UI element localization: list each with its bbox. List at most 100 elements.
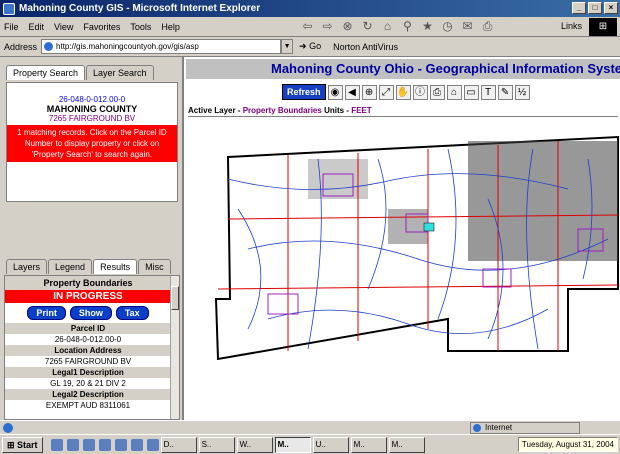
refresh-icon[interactable]: ↻ (360, 19, 375, 34)
history-icon[interactable]: ◷ (440, 19, 455, 34)
ie-icon (3, 2, 15, 15)
stop-icon[interactable]: ⊗ (340, 19, 355, 34)
go-label: Go (309, 41, 322, 51)
taskbar-button[interactable]: M.. (350, 436, 387, 453)
building-icon[interactable]: ⌂ (446, 84, 462, 100)
results-title: Property Boundaries (5, 276, 171, 290)
taskbar-clock: Tuesday, August 31, 2004 (517, 437, 618, 452)
select-icon[interactable]: ▭ (463, 84, 479, 100)
quick-launch-icon[interactable] (82, 438, 95, 451)
menu-favorites[interactable]: Favorites (83, 22, 120, 32)
quick-launch-icon[interactable] (114, 438, 127, 451)
taskbar-button[interactable]: U.. (312, 436, 349, 453)
close-button[interactable]: × (604, 2, 618, 14)
property-address: 7265 FAIRGROUND BV (48, 114, 136, 123)
units-label: Units - (324, 106, 349, 115)
address-url: http://gis.mahoningcountyoh.gov/gis/asp (56, 42, 199, 51)
print-icon[interactable]: ⎙ (480, 19, 495, 34)
active-layer-label: Active Layer - (188, 106, 241, 115)
menu-file[interactable]: File (4, 22, 19, 32)
quick-launch-icon[interactable] (146, 438, 159, 451)
taskbar-button[interactable]: M.. (388, 436, 425, 453)
address-field[interactable]: http://gis.mahoningcountyoh.gov/gis/asp (41, 39, 282, 54)
start-label: Start (17, 439, 38, 450)
active-layer-line: Active Layer - Property Boundaries Units… (188, 106, 618, 117)
field-label: Legal2 Description (5, 389, 171, 400)
address-bar: Address http://gis.mahoningcountyoh.gov/… (0, 37, 620, 57)
print-button[interactable]: Print (27, 306, 66, 320)
tab-legend[interactable]: Legend (48, 259, 93, 274)
results-scrollbar[interactable] (170, 276, 179, 419)
field-value: 7265 FAIRGROUND BV (44, 357, 132, 366)
results-buttons: Print Show Tax (5, 303, 171, 323)
taskbar-button[interactable]: M.. (274, 436, 311, 453)
map-canvas[interactable] (188, 119, 620, 419)
tab-layer-search[interactable]: Layer Search (86, 65, 154, 80)
status-badge: IN PROGRESS (5, 290, 171, 303)
go-button[interactable]: ➜ Go (299, 41, 321, 52)
tab-results[interactable]: Results (93, 259, 138, 274)
measure-icon[interactable]: ½ (514, 84, 530, 100)
text-icon[interactable]: T (480, 84, 496, 100)
taskbar: ⊞ Start D.. S.. W.. M.. U.. M.. M.. Tues… (0, 434, 620, 454)
zoom-in-icon[interactable]: ⊕ (361, 84, 377, 100)
quick-launch-icon[interactable] (98, 438, 111, 451)
map-view[interactable] (188, 119, 620, 419)
taskbar-button[interactable]: S.. (198, 436, 235, 453)
parcel-id-link[interactable]: 26-048-0-012.00-0 (7, 95, 177, 104)
quick-launch-icon[interactable] (50, 438, 63, 451)
search-tabs: Property Search Layer Search (6, 65, 155, 80)
window-titlebar: Mahoning County GIS - Microsoft Internet… (0, 0, 620, 17)
urban-area (468, 141, 618, 261)
address-dropdown[interactable]: ▼ (281, 39, 294, 54)
window-title: Mahoning County GIS - Microsoft Internet… (19, 3, 261, 14)
start-button[interactable]: ⊞ Start (2, 436, 43, 453)
field-label: Location Address (5, 345, 171, 356)
quick-launch-icon[interactable] (130, 438, 143, 451)
units-value: FEET (351, 106, 372, 115)
field-label: Parcel ID (5, 323, 171, 334)
minimize-button[interactable]: _ (572, 2, 586, 14)
menu-view[interactable]: View (54, 22, 73, 32)
maximize-button[interactable]: □ (588, 2, 602, 14)
globe-icon[interactable]: ◉ (327, 84, 343, 100)
field-value: 26-048-0-012.00-0 (54, 335, 122, 344)
page-icon (44, 42, 54, 51)
internet-zone-icon (473, 424, 481, 432)
quick-launch-icon[interactable] (66, 438, 79, 451)
status-bar: Internet (0, 420, 620, 434)
menu-help[interactable]: Help (161, 22, 180, 32)
taskbar-button[interactable]: W.. (236, 436, 273, 453)
active-layer-value: Property Boundaries (242, 106, 322, 115)
page-content: Property Search Layer Search 26-048-0-01… (0, 57, 620, 420)
home-icon[interactable]: ⌂ (380, 19, 395, 34)
identify-icon[interactable]: ⓘ (412, 84, 428, 100)
tax-button[interactable]: Tax (115, 306, 149, 320)
eraser-icon[interactable]: ✎ (497, 84, 513, 100)
refresh-map-button[interactable]: Refresh (282, 84, 326, 100)
search-results-box: 26-048-0-012.00-0 MAHONING COUNTY 7265 F… (6, 82, 178, 202)
menu-tools[interactable]: Tools (130, 22, 151, 32)
quick-launch (50, 438, 159, 451)
tab-property-search[interactable]: Property Search (6, 65, 86, 80)
forward-icon[interactable]: ⇨ (320, 19, 335, 34)
tab-layers[interactable]: Layers (6, 259, 48, 274)
norton-antivirus-button[interactable]: Norton AntiVirus (333, 42, 398, 52)
scrollbar-thumb[interactable] (171, 286, 179, 310)
pan-hand-icon[interactable]: ✋ (395, 84, 411, 100)
back-arrow-icon[interactable]: ◀ (344, 84, 360, 100)
page-title: Mahoning County Ohio - Geographical Info… (186, 59, 620, 79)
back-icon[interactable]: ⇦ (300, 19, 315, 34)
links-label[interactable]: Links (561, 21, 582, 31)
search-icon[interactable]: ⚲ (400, 19, 415, 34)
taskbar-button[interactable]: D.. (160, 436, 197, 453)
full-extent-icon[interactable]: ⤢ (378, 84, 394, 100)
tab-misc[interactable]: Misc (138, 259, 171, 274)
print-map-icon[interactable]: ⎙ (429, 84, 445, 100)
favorites-icon[interactable]: ★ (420, 19, 435, 34)
mail-icon[interactable]: ✉ (460, 19, 475, 34)
field-value: EXEMPT AUD 8311061 (45, 401, 131, 410)
map-toolbar: Refresh ◉ ◀ ⊕ ⤢ ✋ ⓘ ⎙ ⌂ ▭ T ✎ ½ (282, 83, 530, 101)
show-button[interactable]: Show (69, 306, 112, 320)
menu-edit[interactable]: Edit (29, 22, 45, 32)
